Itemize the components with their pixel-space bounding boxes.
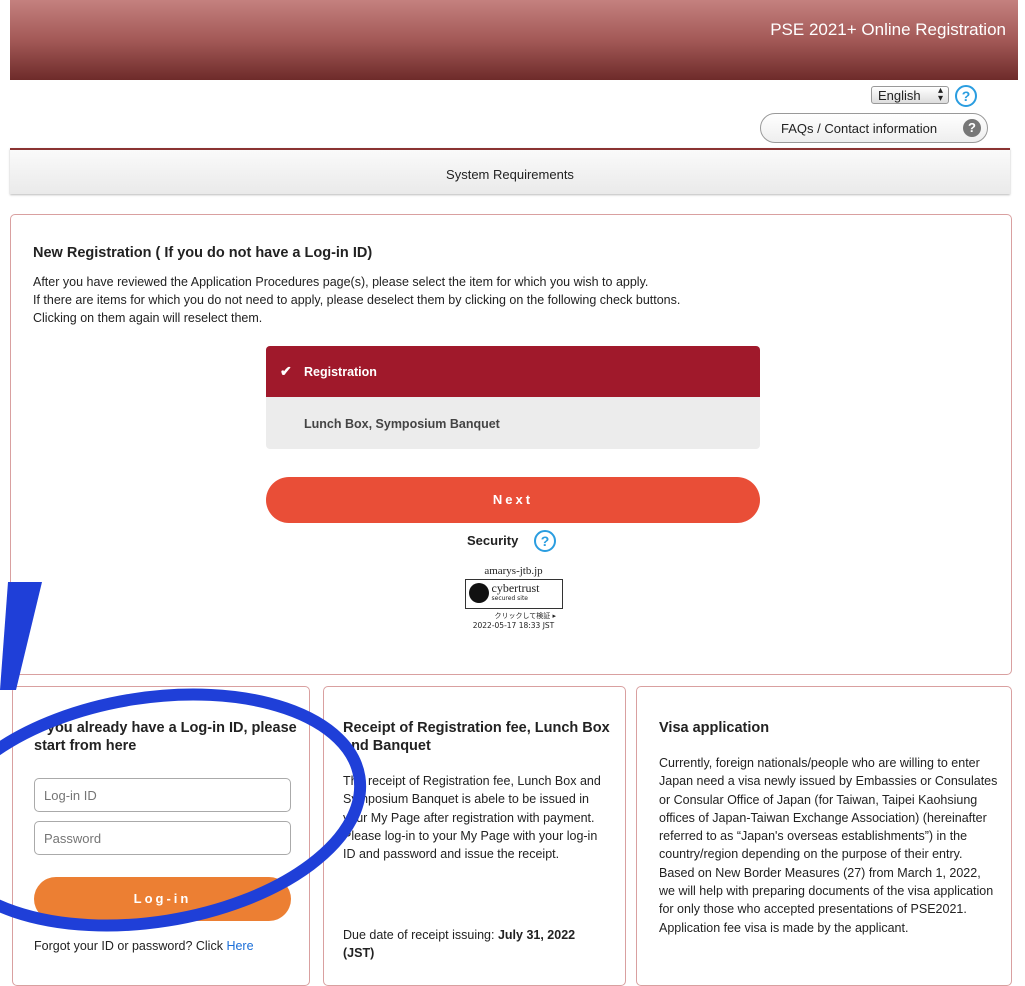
security-label: Security: [467, 533, 518, 548]
system-requirements-bar[interactable]: System Requirements: [10, 148, 1010, 194]
forgot-credentials: Forgot your ID or password? Click Here: [34, 939, 254, 953]
password-input[interactable]: [34, 821, 291, 855]
login-panel: If you already have a Log-in ID, please …: [12, 686, 310, 986]
visa-panel: Visa application Currently, foreign nati…: [636, 686, 1012, 986]
forgot-here-link[interactable]: Here: [226, 939, 253, 953]
cybertrust-seal[interactable]: amarys-jtb.jp cybertrust secured site クリ…: [451, 565, 576, 630]
item-label: Lunch Box, Symposium Banquet: [304, 417, 500, 431]
application-item-list: ✔ Registration Lunch Box, Symposium Banq…: [266, 346, 760, 449]
seal-sub: secured site: [491, 595, 529, 602]
seal-domain: amarys-jtb.jp: [484, 565, 543, 577]
instruction-line: After you have reviewed the Application …: [33, 275, 649, 289]
faq-contact-label: FAQs / Contact information: [781, 121, 938, 136]
visa-title: Visa application: [659, 720, 770, 736]
system-requirements-label: System Requirements: [446, 167, 574, 182]
header-banner: PSE 2021+ Online Registration: [10, 0, 1018, 80]
instruction-line: Clicking on them again will reselect the…: [33, 311, 263, 325]
security-help-icon[interactable]: ?: [534, 530, 556, 552]
new-registration-panel: New Registration ( If you do not have a …: [10, 214, 1012, 675]
cybertrust-logo-icon: [468, 583, 489, 603]
faq-contact-button[interactable]: FAQs / Contact information ?: [760, 113, 988, 143]
site-title: PSE 2021+ Online Registration: [770, 20, 1006, 39]
next-button[interactable]: Next: [266, 477, 760, 523]
seal-box: cybertrust secured site: [464, 579, 563, 609]
login-button[interactable]: Log-in: [34, 877, 291, 921]
login-id-input[interactable]: [34, 778, 291, 812]
seal-brand: cybertrust: [491, 581, 540, 595]
receipt-panel: Receipt of Registration fee, Lunch Box a…: [323, 686, 626, 986]
new-registration-title: New Registration ( If you do not have a …: [33, 245, 373, 261]
seal-timestamp: 2022-05-17 18:33 JST: [472, 621, 555, 630]
language-select-value: English: [878, 88, 921, 103]
receipt-body: The receipt of Registration fee, Lunch B…: [343, 774, 601, 862]
receipt-title: Receipt of Registration fee, Lunch Box a…: [343, 720, 610, 754]
receipt-due-date: Due date of receipt issuing: July 31, 20…: [343, 926, 603, 963]
visa-body: Currently, foreign nationals/people who …: [659, 756, 998, 935]
item-registration[interactable]: ✔ Registration: [266, 346, 760, 397]
item-label: Registration: [304, 365, 377, 379]
forgot-text: Forgot your ID or password? Click: [34, 939, 223, 953]
select-arrows-icon: ▴ ▾: [937, 85, 943, 104]
due-prefix: Due date of receipt issuing:: [343, 928, 495, 942]
question-icon: ?: [963, 119, 981, 137]
security-text: Security: [467, 533, 519, 548]
language-select[interactable]: English ▴ ▾: [871, 86, 949, 104]
seal-verify: クリックして検証 ▸: [494, 612, 556, 620]
item-lunch-box-banquet[interactable]: Lunch Box, Symposium Banquet: [266, 397, 760, 449]
language-help-icon[interactable]: ?: [955, 85, 977, 107]
instruction-line: If there are items for which you do not …: [33, 293, 681, 307]
checkmark-icon: ✔: [280, 363, 292, 379]
login-title: If you already have a Log-in ID, please …: [34, 720, 297, 754]
